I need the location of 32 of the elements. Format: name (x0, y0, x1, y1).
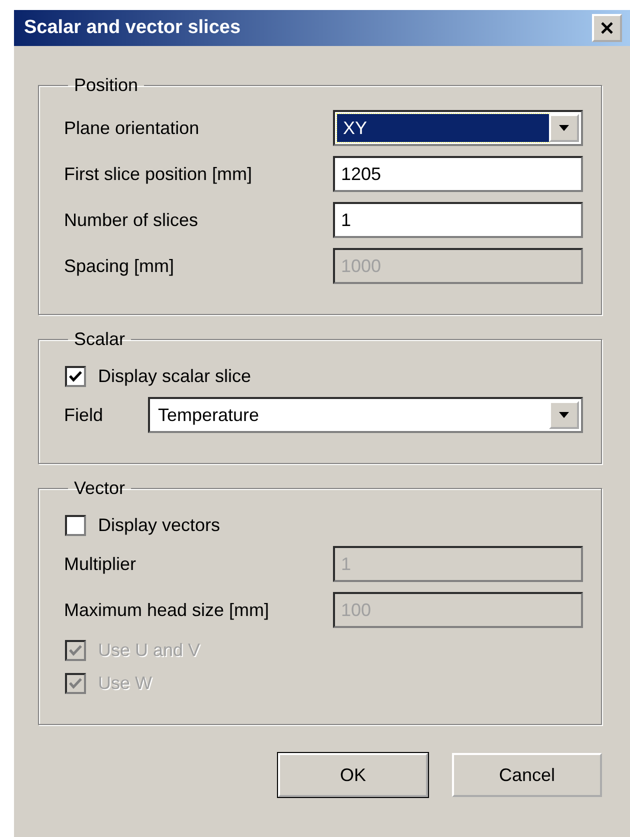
field-label: Spacing [mm] (64, 256, 176, 276)
field-label: Maximum head size [mm] (64, 600, 270, 620)
dropdown[interactable]: Temperature (148, 397, 583, 433)
group-title: Scalar (73, 329, 126, 350)
caret-icon (558, 412, 570, 418)
field-label: Field (64, 404, 104, 426)
checkbox-label: Display scalar slice (98, 366, 252, 386)
dropdown[interactable]: XY (333, 110, 583, 146)
window-title: Scalar and vector slices (24, 17, 241, 39)
input-field[interactable]: 1 (333, 202, 583, 238)
dropdown-button[interactable] (549, 114, 579, 142)
check-icon (69, 370, 82, 382)
field-label: Plane orientation (64, 118, 200, 138)
checkbox-label: Display vectors (98, 514, 220, 536)
field-label: Multiplier (64, 554, 138, 574)
close-icon (600, 22, 614, 34)
group-title: Position (73, 75, 140, 96)
dropdown-button[interactable] (549, 401, 579, 429)
field-label: Number of slices (64, 210, 200, 230)
checkbox[interactable] (65, 366, 86, 386)
group-title: Vector (73, 478, 126, 499)
check-icon (69, 644, 82, 656)
close-button[interactable] (592, 14, 622, 42)
dropdown-value: Temperature (157, 404, 260, 427)
dialog-button[interactable]: Cancel (452, 753, 602, 797)
dialog-button[interactable]: OK (278, 753, 428, 797)
check-icon (69, 678, 82, 688)
field-label: First slice position [mm] (64, 164, 254, 184)
input-field[interactable]: 1205 (333, 156, 583, 192)
checkbox[interactable] (65, 514, 86, 536)
caret-icon (558, 124, 570, 132)
dropdown-value: XY (337, 114, 549, 142)
